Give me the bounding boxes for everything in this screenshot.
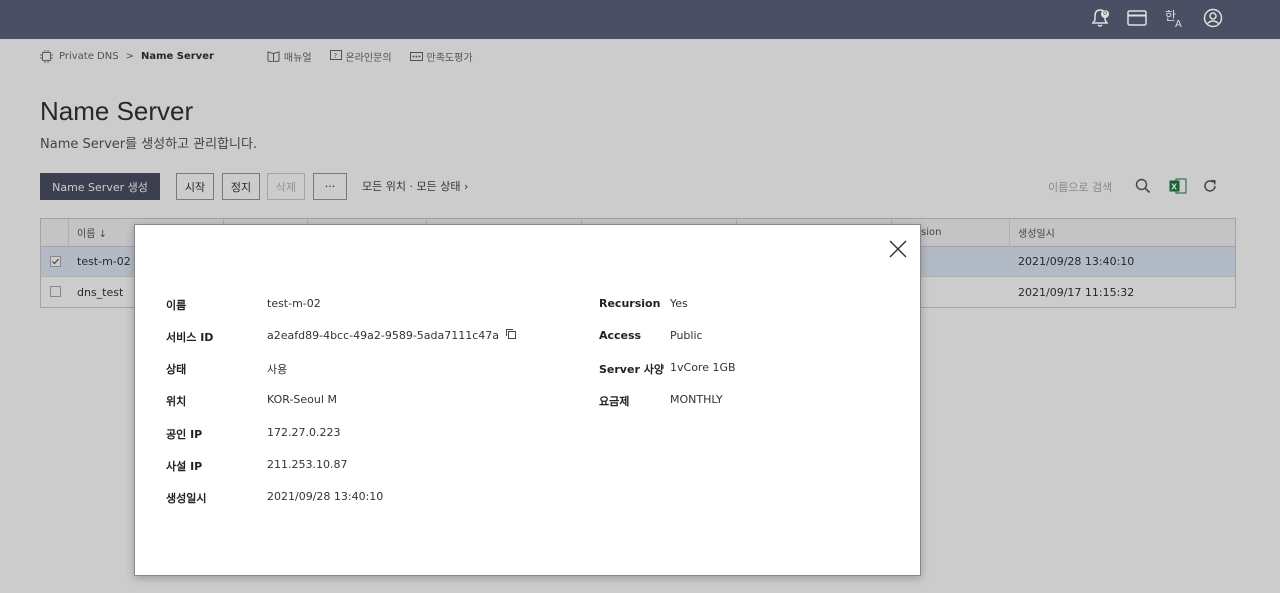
detail-label: Recursion <box>599 297 661 310</box>
user-icon[interactable] <box>1201 6 1225 30</box>
card-icon[interactable] <box>1125 6 1149 30</box>
detail-label: 서비스 ID <box>166 331 214 344</box>
detail-label: 상태 <box>166 363 187 376</box>
detail-label: Server 사양 <box>599 363 664 376</box>
detail-label: 사설 IP <box>166 460 203 473</box>
language-icon[interactable]: 한A <box>1163 6 1187 30</box>
detail-value: 172.27.0.223 <box>267 426 341 439</box>
detail-value: 사용 <box>267 363 288 376</box>
detail-value: KOR-Seoul M <box>267 393 337 406</box>
detail-value: 211.253.10.87 <box>267 458 348 471</box>
detail-value: 1vCore 1GB <box>670 361 736 374</box>
detail-value: MONTHLY <box>670 393 723 406</box>
detail-label: Access <box>599 329 642 342</box>
detail-value: a2eafd89-4bcc-49a2-9589-5ada7111c47a <box>267 329 500 342</box>
detail-label: 공인 IP <box>166 428 203 441</box>
detail-value: test-m-02 <box>267 297 321 310</box>
top-bar: 0 한A <box>0 0 1280 39</box>
detail-label: 요금제 <box>599 395 630 408</box>
detail-value: Yes <box>670 297 688 310</box>
detail-value: 2021/09/28 13:40:10 <box>267 490 384 503</box>
detail-label: 이름 <box>166 299 187 312</box>
detail-value: Public <box>670 329 703 342</box>
close-icon[interactable] <box>887 238 909 260</box>
copy-icon[interactable] <box>505 328 517 343</box>
detail-label: 생성일시 <box>166 492 207 505</box>
detail-label: 위치 <box>166 395 187 408</box>
notification-badge: 0 <box>1101 10 1109 18</box>
detail-modal: 이름 test-m-02 서비스 ID a2eafd89-4bcc-49a2-9… <box>134 224 921 576</box>
svg-text:A: A <box>1175 19 1182 29</box>
bell-icon[interactable]: 0 <box>1088 6 1112 30</box>
